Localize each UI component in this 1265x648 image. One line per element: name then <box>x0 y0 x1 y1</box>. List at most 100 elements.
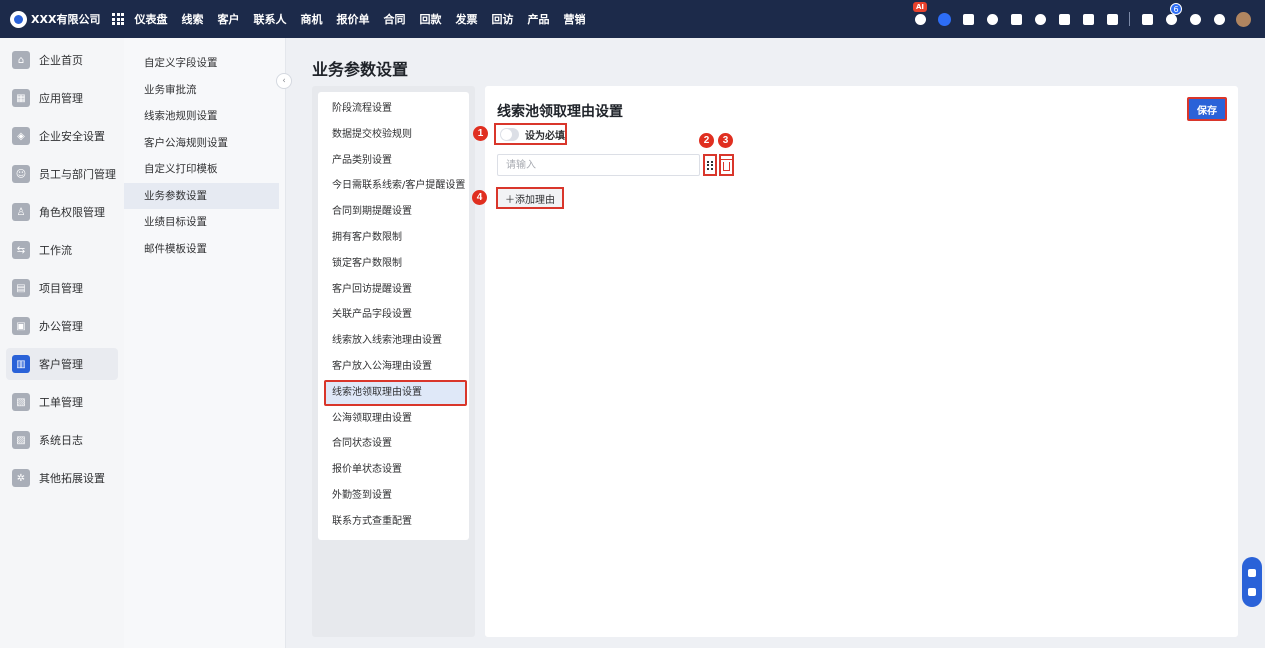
nav-quotes[interactable]: 报价单 <box>336 11 369 27</box>
submenu-item-print-templates[interactable]: 自定义打印模板 <box>124 156 279 183</box>
nav-payments[interactable]: 回款 <box>419 11 441 27</box>
top-navigation-bar: XXX有限公司 仪表盘 线索 客户 联系人 商机 报价单 合同 回款 发票 回访… <box>0 0 1265 38</box>
nav-leads[interactable]: 线索 <box>181 11 203 27</box>
document-icon[interactable] <box>1057 12 1071 26</box>
workflow-icon: ⇆ <box>12 241 30 259</box>
sidebar-item-staff[interactable]: ☺ 员工与部门管理 <box>6 158 118 190</box>
nav-contacts[interactable]: 联系人 <box>253 11 286 27</box>
mail-icon[interactable] <box>1009 12 1023 26</box>
nav-products[interactable]: 产品 <box>527 11 549 27</box>
settings-item-lead-pool-put-reason[interactable]: 线索放入线索池理由设置 <box>318 328 469 354</box>
nav-invoices[interactable]: 发票 <box>455 11 477 27</box>
trash-icon <box>721 159 732 171</box>
settings-item-product-fields[interactable]: 关联产品字段设置 <box>318 302 469 328</box>
settings-item-contract-status[interactable]: 合同状态设置 <box>318 431 469 457</box>
sidebar-item-projects[interactable]: ▤ 项目管理 <box>6 272 118 304</box>
feedback-icon <box>1248 587 1256 596</box>
settings-item-stage-flow[interactable]: 阶段流程设置 <box>318 96 469 122</box>
nav-contracts[interactable]: 合同 <box>383 11 405 27</box>
log-icon: ▨ <box>12 431 30 449</box>
sidebar: ⌂ 企业首页 ▦ 应用管理 ◈ 企业安全设置 ☺ 员工与部门管理 ♙ 角色权限管理 ⇆ 工作… <box>0 38 124 648</box>
sidebar-item-tickets[interactable]: ▧ 工单管理 <box>6 386 118 418</box>
company-name: XXX有限公司 <box>31 13 101 26</box>
globe-icon[interactable] <box>985 12 999 26</box>
sidebar-item-office[interactable]: ▣ 办公管理 <box>6 310 118 342</box>
settings-item-validation-rules[interactable]: 数据提交校验规则 <box>318 122 469 148</box>
nav-opportunities[interactable]: 商机 <box>300 11 322 27</box>
sidebar-item-customers[interactable]: ▥ 客户管理 <box>6 348 118 380</box>
settings-item-field-checkin[interactable]: 外勤签到设置 <box>318 483 469 509</box>
help-icon[interactable] <box>1188 12 1202 26</box>
avatar[interactable] <box>1236 11 1251 27</box>
floating-help-widget[interactable] <box>1242 557 1262 607</box>
top-toolbar: AI 6 <box>903 0 1251 38</box>
required-toggle-group: 设为必填 <box>494 123 567 145</box>
submenu-item-approval-flow[interactable]: 业务审批流 <box>124 77 279 104</box>
home-icon: ⌂ <box>12 51 30 69</box>
logo-icon <box>10 10 27 28</box>
customer-icon: ▥ <box>12 355 30 373</box>
app-grid-icon[interactable] <box>112 13 125 25</box>
settings-item-lead-pool-claim-reason[interactable]: 线索池领取理由设置 <box>324 379 467 406</box>
people-icon: ☺ <box>12 165 30 183</box>
settings-item-product-categories[interactable]: 产品类别设置 <box>318 148 469 174</box>
drag-handle-button[interactable] <box>703 154 717 176</box>
form-icon[interactable] <box>1140 12 1154 26</box>
sidebar-item-logs[interactable]: ▨ 系统日志 <box>6 424 118 456</box>
nav-marketing[interactable]: 营销 <box>563 11 585 27</box>
save-button[interactable]: 保存 <box>1187 97 1227 121</box>
marker-2: 2 <box>699 133 714 148</box>
submenu-item-performance-goals[interactable]: 业绩目标设置 <box>124 209 279 236</box>
sidebar-item-home[interactable]: ⌂ 企业首页 <box>6 44 118 76</box>
chat-icon[interactable] <box>937 12 951 26</box>
delete-reason-button[interactable] <box>719 154 734 176</box>
ai-assistant-icon[interactable]: AI <box>913 2 928 26</box>
settings-item-public-pool-put-reason[interactable]: 客户放入公海理由设置 <box>318 354 469 380</box>
message-icon[interactable] <box>961 12 975 26</box>
collapse-submenu-button[interactable]: ‹ <box>276 73 292 89</box>
settings-list: 阶段流程设置 数据提交校验规则 产品类别设置 今日需联系线索/客户提醒设置 合同… <box>318 92 469 540</box>
project-icon: ▤ <box>12 279 30 297</box>
calendar-icon[interactable] <box>1105 12 1119 26</box>
sidebar-item-workflow[interactable]: ⇆ 工作流 <box>6 234 118 266</box>
settings-item-contract-expiry[interactable]: 合同到期提醒设置 <box>318 199 469 225</box>
settings-item-locked-customer-limit[interactable]: 锁定客户数限制 <box>318 251 469 277</box>
settings-item-public-pool-claim-reason[interactable]: 公海领取理由设置 <box>318 406 469 432</box>
toolbar-divider <box>1129 12 1130 26</box>
marker-3: 3 <box>718 133 733 148</box>
required-toggle[interactable] <box>500 127 519 141</box>
chevron-left-icon: ‹ <box>282 76 286 86</box>
settings-item-contact-reminder[interactable]: 今日需联系线索/客户提醒设置 <box>318 173 469 199</box>
office-icon: ▣ <box>12 317 30 335</box>
marker-1: 1 <box>473 126 488 141</box>
submenu-item-public-pool-rules[interactable]: 客户公海规则设置 <box>124 130 279 157</box>
shield-icon: ◈ <box>12 127 30 145</box>
settings-item-visit-reminder[interactable]: 客户回访提醒设置 <box>318 277 469 303</box>
submenu-item-lead-pool-rules[interactable]: 线索池规则设置 <box>124 103 279 130</box>
required-toggle-label: 设为必填 <box>525 130 565 142</box>
phone-icon[interactable] <box>1081 12 1095 26</box>
settings-item-quote-status[interactable]: 报价单状态设置 <box>318 457 469 483</box>
user-icon[interactable] <box>1033 12 1047 26</box>
submenu-item-email-templates[interactable]: 邮件模板设置 <box>124 236 279 263</box>
settings-item-contact-dedup[interactable]: 联系方式查重配置 <box>318 509 469 535</box>
submenu-item-business-params[interactable]: 业务参数设置 <box>124 182 279 209</box>
ticket-icon: ▧ <box>12 393 30 411</box>
sidebar-item-roles[interactable]: ♙ 角色权限管理 <box>6 196 118 228</box>
reason-input[interactable] <box>497 154 700 176</box>
settings-item-owned-customer-limit[interactable]: 拥有客户数限制 <box>318 225 469 251</box>
sidebar-item-security[interactable]: ◈ 企业安全设置 <box>6 120 118 152</box>
nav-visits[interactable]: 回访 <box>491 11 513 27</box>
add-reason-button[interactable]: ＋添加理由 <box>496 187 564 209</box>
extension-icon: ✲ <box>12 469 30 487</box>
submenu-item-custom-fields[interactable]: 自定义字段设置 <box>124 50 279 77</box>
sidebar-item-apps[interactable]: ▦ 应用管理 <box>6 82 118 114</box>
sidebar-item-extensions[interactable]: ✲ 其他拓展设置 <box>6 462 118 494</box>
settings-submenu: 自定义字段设置 业务审批流 线索池规则设置 客户公海规则设置 自定义打印模板 业… <box>124 38 286 648</box>
nav-dashboard[interactable]: 仪表盘 <box>134 11 167 27</box>
settings-icon[interactable] <box>1212 12 1226 26</box>
company-logo[interactable]: XXX有限公司 <box>10 10 101 28</box>
bell-icon[interactable]: 6 <box>1164 3 1182 26</box>
nav-customers[interactable]: 客户 <box>217 11 239 27</box>
apps-icon: ▦ <box>12 89 30 107</box>
